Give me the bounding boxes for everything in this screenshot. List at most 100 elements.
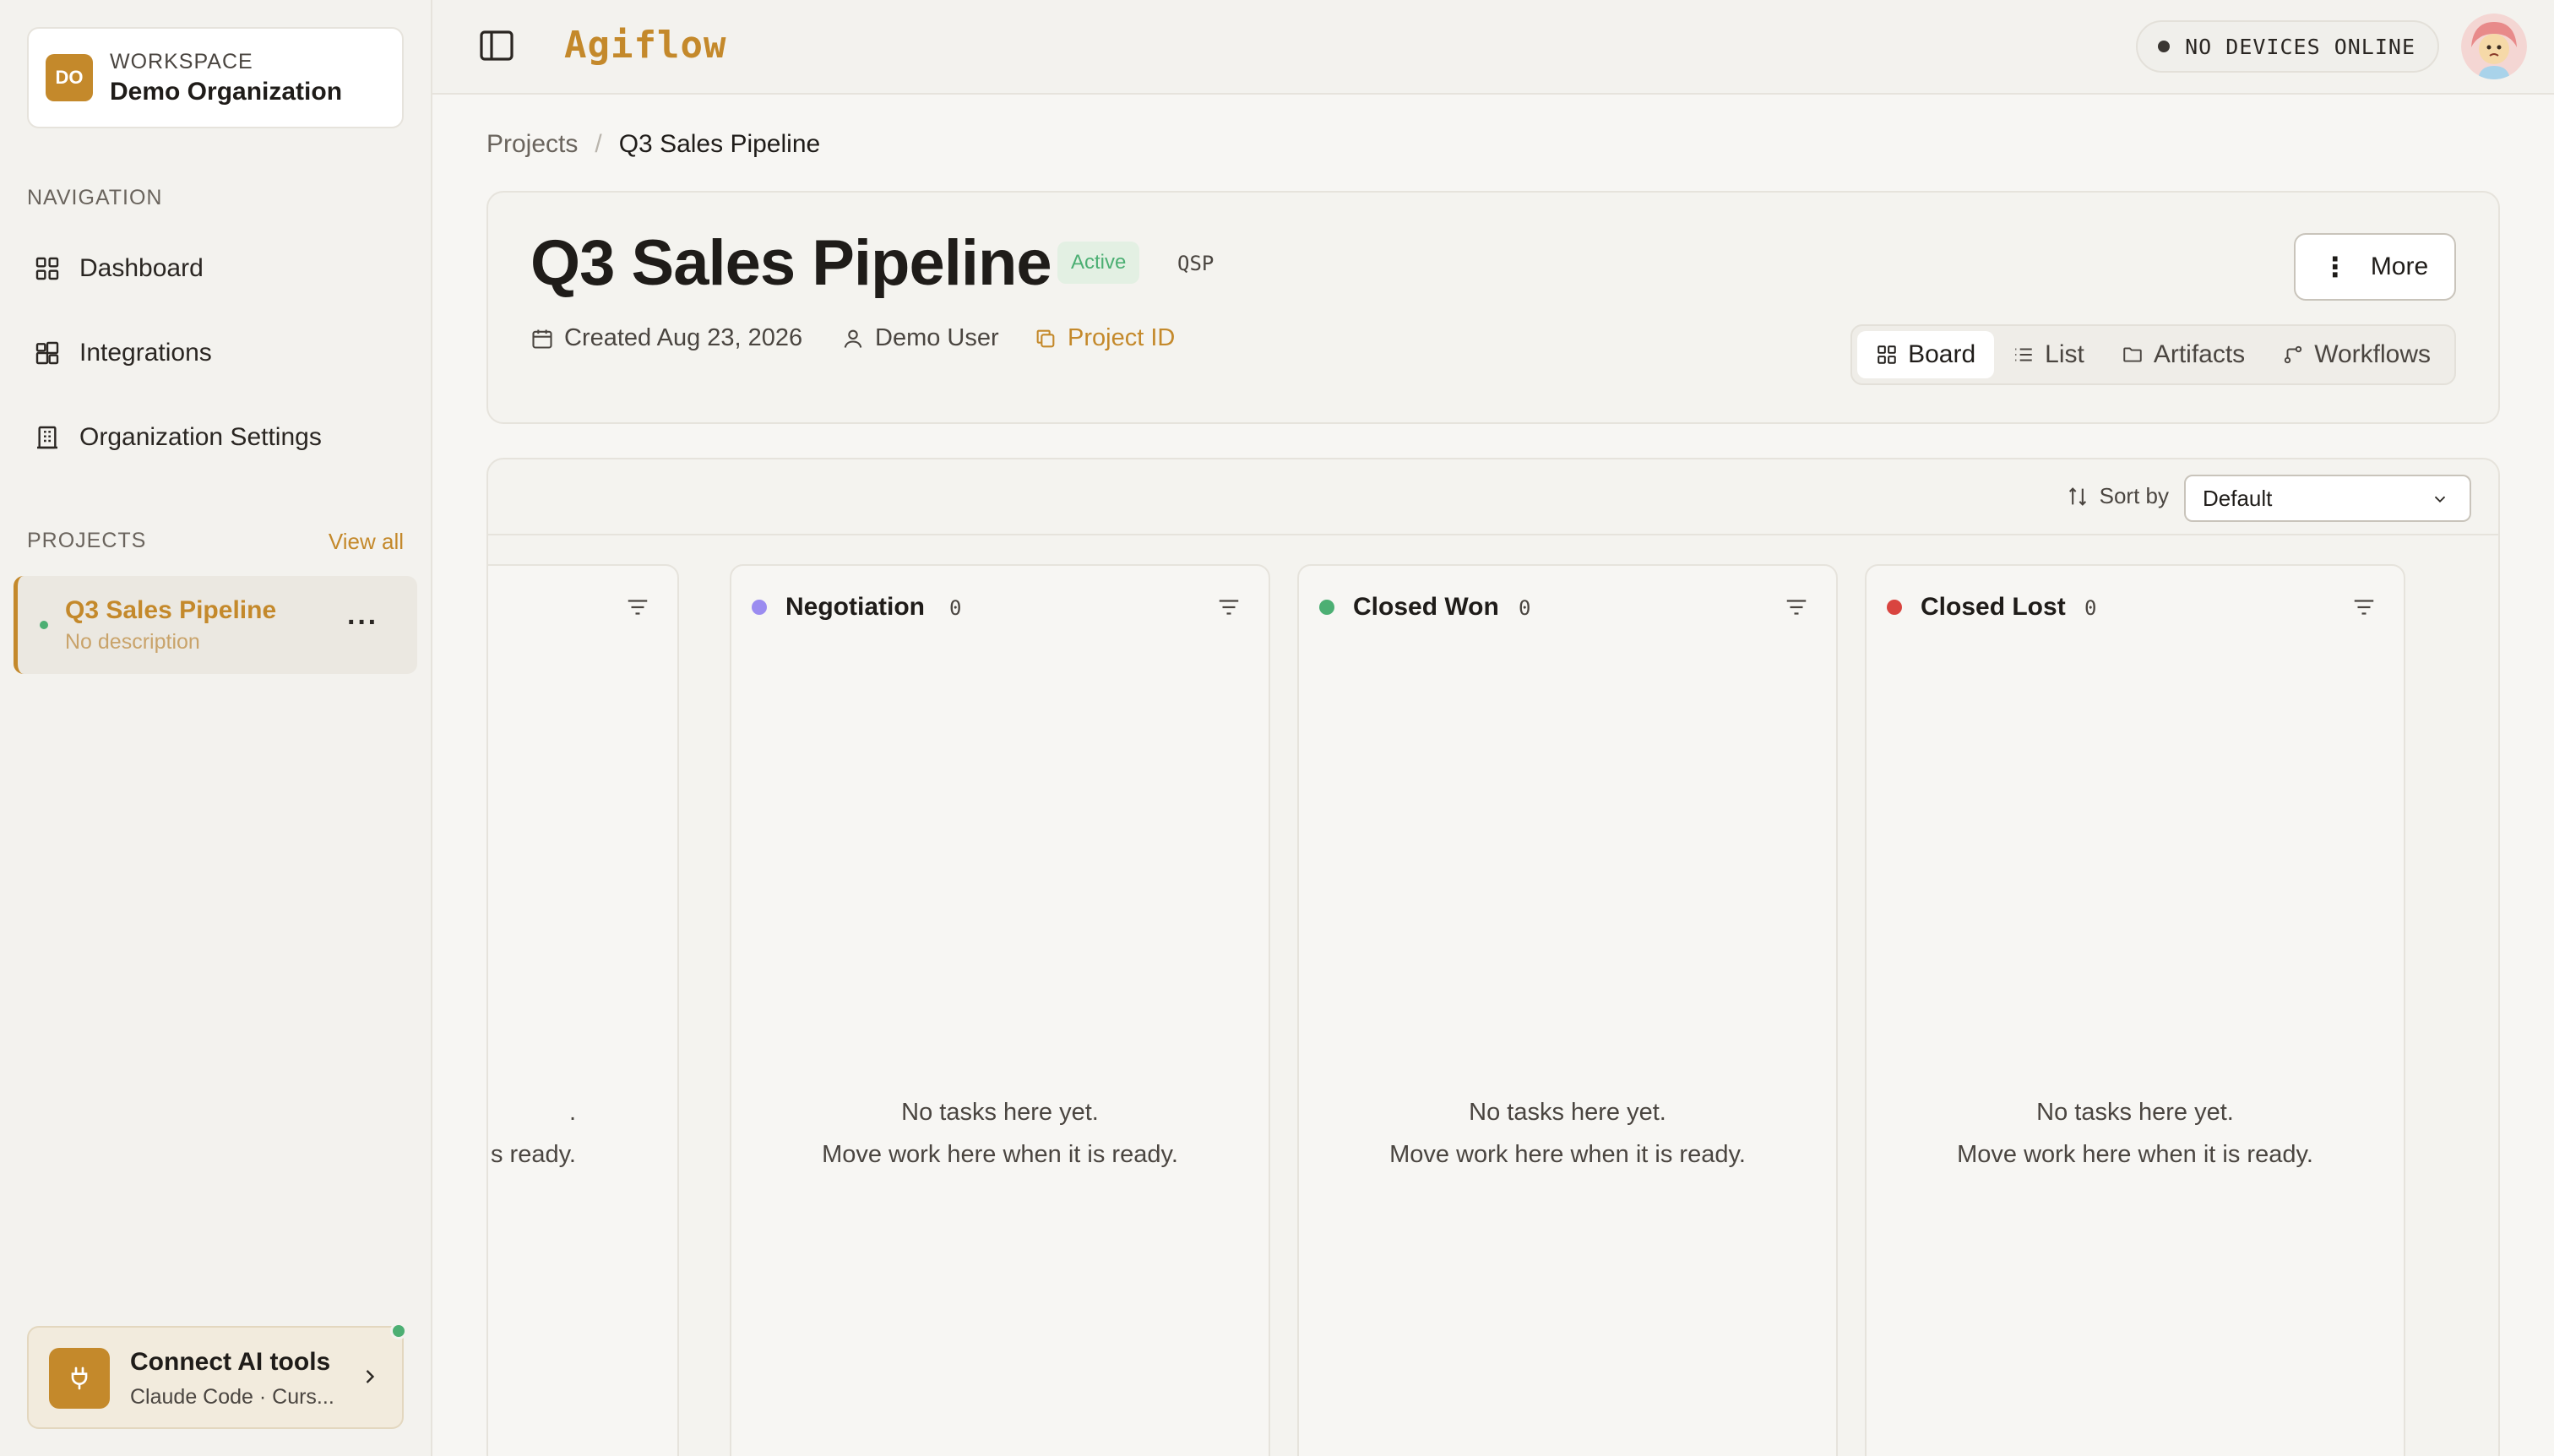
status-dot bbox=[2158, 41, 2171, 52]
tab-list[interactable]: List bbox=[1994, 331, 2103, 378]
sort-select[interactable]: Default bbox=[2184, 475, 2471, 522]
sidebar-project-item[interactable]: Q3 Sales Pipeline No description ··· bbox=[14, 576, 417, 674]
user-icon bbox=[844, 329, 862, 348]
column-color-dot bbox=[1319, 600, 1334, 615]
sort-icon bbox=[2068, 486, 2086, 506]
column-count: 0 bbox=[2084, 596, 2097, 620]
empty-line-2: Move work here when it is ready. bbox=[822, 1141, 1178, 1168]
board-icon bbox=[1877, 345, 1896, 364]
empty-line-1: . bbox=[568, 1099, 576, 1126]
column-empty-state: No tasks here yet. Move work here when i… bbox=[1867, 1091, 2404, 1176]
list-icon bbox=[2015, 348, 2032, 361]
empty-line-2: Move work here when it is ready. bbox=[1389, 1141, 1746, 1168]
workflow-icon bbox=[2285, 345, 2302, 364]
copy-icon bbox=[1036, 329, 1055, 347]
tab-label: Workflows bbox=[2314, 340, 2431, 368]
page-title: Q3 Sales Pipeline bbox=[530, 227, 1052, 299]
project-description: No description bbox=[65, 630, 200, 654]
column-name: Negotiation bbox=[785, 593, 925, 621]
project-owner: Demo User bbox=[841, 324, 999, 352]
board-column-closed-lost: Closed Lost 0 No tasks here yet. Move wo… bbox=[1865, 564, 2405, 1456]
tab-label: Artifacts bbox=[2153, 340, 2246, 368]
ellipsis-icon[interactable]: ··· bbox=[347, 606, 378, 639]
grid-icon bbox=[35, 257, 59, 280]
workspace-switcher[interactable]: DO WORKSPACE Demo Organization bbox=[27, 27, 404, 128]
column-color-dot bbox=[1887, 600, 1902, 615]
tab-label: List bbox=[2045, 340, 2084, 368]
project-status-dot bbox=[40, 621, 48, 629]
breadcrumb-projects-link[interactable]: Projects bbox=[486, 130, 578, 159]
workspace-name: Demo Organization bbox=[110, 77, 343, 106]
column-count: 0 bbox=[949, 596, 962, 620]
sidebar-item-label: Dashboard bbox=[79, 254, 204, 282]
filter-icon[interactable] bbox=[1216, 595, 1242, 620]
workspace-kicker: WORKSPACE bbox=[110, 49, 253, 73]
column-empty-state: No tasks here yet. Move work here when i… bbox=[1299, 1091, 1836, 1176]
sort-label: Sort by bbox=[2066, 483, 2169, 509]
connect-ai-tools-card[interactable]: Connect AI tools Claude Code · Curs... bbox=[27, 1323, 407, 1429]
plug-icon bbox=[49, 1348, 110, 1409]
sidebar-item-label: Organization Settings bbox=[79, 423, 322, 451]
integrations-icon bbox=[35, 341, 59, 365]
board-column-negotiation: Negotiation 0 No tasks here yet. Move wo… bbox=[730, 564, 1270, 1456]
tab-board[interactable]: Board bbox=[1857, 331, 1995, 378]
more-button-label: More bbox=[2370, 253, 2429, 280]
breadcrumb-separator: / bbox=[595, 130, 602, 158]
sidebar-item-dashboard[interactable]: Dashboard bbox=[27, 242, 404, 296]
top-bar: Agiflow NO DEVICES ONLINE bbox=[432, 0, 2554, 95]
board-column-closed-won: Closed Won 0 No tasks here yet. Move wor… bbox=[1297, 564, 1838, 1456]
chevron-right-icon bbox=[366, 1370, 375, 1383]
sidebar-item-integrations[interactable]: Integrations bbox=[27, 326, 404, 380]
filter-icon[interactable] bbox=[2351, 595, 2377, 620]
status-badge: Active bbox=[1057, 242, 1140, 284]
board-toolbar: Sort by Default bbox=[488, 459, 2498, 535]
column-empty-state: No tasks here yet. Move work here when i… bbox=[731, 1091, 1269, 1176]
project-header: Q3 Sales Pipeline Active QSP Created Aug… bbox=[486, 191, 2500, 424]
more-button[interactable]: ⋮ More bbox=[2294, 233, 2456, 301]
empty-line-1: No tasks here yet. bbox=[1469, 1099, 1666, 1126]
sort-select-value: Default bbox=[2203, 485, 2273, 511]
board-column-partial: . s ready. bbox=[488, 564, 679, 1456]
breadcrumb: Projects / Q3 Sales Pipeline bbox=[486, 130, 820, 159]
devices-status-text: NO DEVICES ONLINE bbox=[2185, 34, 2415, 59]
breadcrumb-current: Q3 Sales Pipeline bbox=[618, 130, 821, 158]
tab-label: Board bbox=[1908, 340, 1976, 368]
connect-title: Connect AI tools bbox=[130, 1348, 331, 1376]
created-date-text: Created Aug 23, 2026 bbox=[564, 324, 803, 351]
column-color-dot bbox=[752, 600, 767, 615]
column-name: Closed Lost bbox=[1921, 593, 2066, 621]
view-all-projects-link[interactable]: View all bbox=[329, 529, 404, 555]
tab-workflows[interactable]: Workflows bbox=[2263, 331, 2449, 378]
filter-icon[interactable] bbox=[1784, 595, 1809, 620]
tab-artifacts[interactable]: Artifacts bbox=[2103, 331, 2263, 378]
project-owner-text: Demo User bbox=[875, 324, 999, 351]
sidebar-toggle-icon[interactable] bbox=[476, 25, 517, 66]
sort-label-text: Sort by bbox=[2099, 483, 2169, 508]
building-icon bbox=[37, 426, 57, 449]
kebab-icon: ⋮ bbox=[2321, 252, 2349, 282]
empty-line-1: No tasks here yet. bbox=[901, 1099, 1099, 1126]
chevron-down-icon bbox=[2434, 496, 2446, 503]
copy-project-id-button[interactable]: Project ID bbox=[1034, 324, 1175, 352]
sidebar-item-label: Integrations bbox=[79, 339, 212, 367]
filter-icon[interactable] bbox=[625, 595, 650, 620]
workspace-avatar: DO bbox=[46, 54, 93, 101]
column-empty-state: . s ready. bbox=[488, 1091, 677, 1176]
devices-status-pill[interactable]: NO DEVICES ONLINE bbox=[2136, 20, 2439, 73]
kanban-board: Sort by Default . s ready. Negotiation 0… bbox=[486, 458, 2500, 1456]
projects-label: PROJECTS bbox=[27, 529, 147, 552]
calendar-icon bbox=[532, 329, 552, 349]
project-name: Q3 Sales Pipeline bbox=[65, 596, 277, 624]
column-count: 0 bbox=[1519, 596, 1531, 620]
user-avatar[interactable] bbox=[2461, 14, 2527, 79]
column-name: Closed Won bbox=[1353, 593, 1499, 621]
project-id-label: Project ID bbox=[1068, 324, 1176, 351]
empty-line-1: No tasks here yet. bbox=[2036, 1099, 2234, 1126]
view-tabs: Board List Artifacts Workflows bbox=[1850, 324, 2456, 385]
sidebar-item-organization-settings[interactable]: Organization Settings bbox=[27, 410, 404, 465]
connect-subtitle: Claude Code · Curs... bbox=[130, 1385, 334, 1409]
app-logo[interactable]: Agiflow bbox=[564, 24, 726, 67]
navigation-label: NAVIGATION bbox=[27, 186, 163, 209]
project-code: QSP bbox=[1177, 252, 1215, 275]
folder-icon bbox=[2123, 347, 2142, 362]
